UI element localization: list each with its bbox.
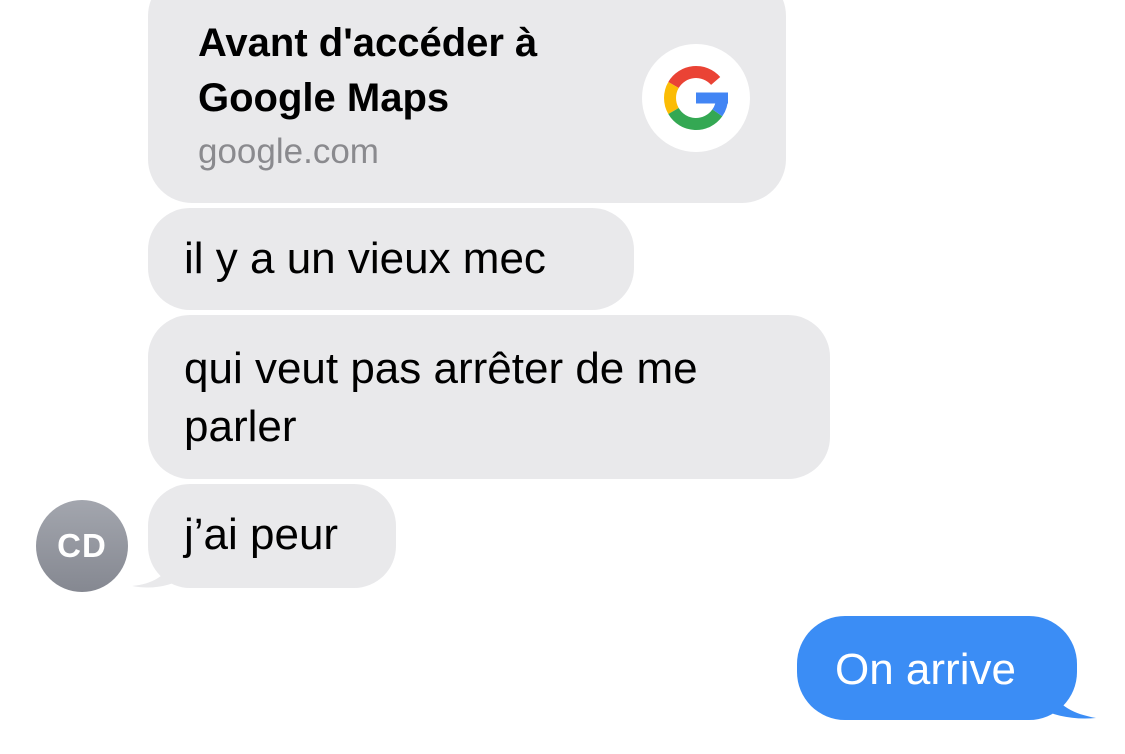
- incoming-message-bubble[interactable]: il y a un vieux mec: [148, 208, 634, 310]
- message-thread: Avant d'accéder à Google Maps google.com…: [0, 0, 1125, 754]
- message-text: qui veut pas arrêter de me parler: [184, 344, 698, 451]
- message-text: On arrive: [835, 645, 1016, 694]
- message-text: j’ai peur: [184, 510, 339, 559]
- link-preview-card[interactable]: Avant d'accéder à Google Maps google.com: [148, 0, 786, 203]
- message-text: il y a un vieux mec: [184, 234, 546, 283]
- link-preview-title: Avant d'accéder à Google Maps: [198, 21, 538, 120]
- link-preview-domain: google.com: [198, 132, 379, 171]
- avatar[interactable]: CD: [36, 500, 128, 592]
- incoming-message-bubble[interactable]: qui veut pas arrêter de me parler: [148, 315, 830, 479]
- google-g-icon: [642, 44, 750, 152]
- incoming-message-bubble[interactable]: j’ai peur: [148, 484, 396, 588]
- outgoing-message-bubble[interactable]: On arrive: [797, 616, 1077, 720]
